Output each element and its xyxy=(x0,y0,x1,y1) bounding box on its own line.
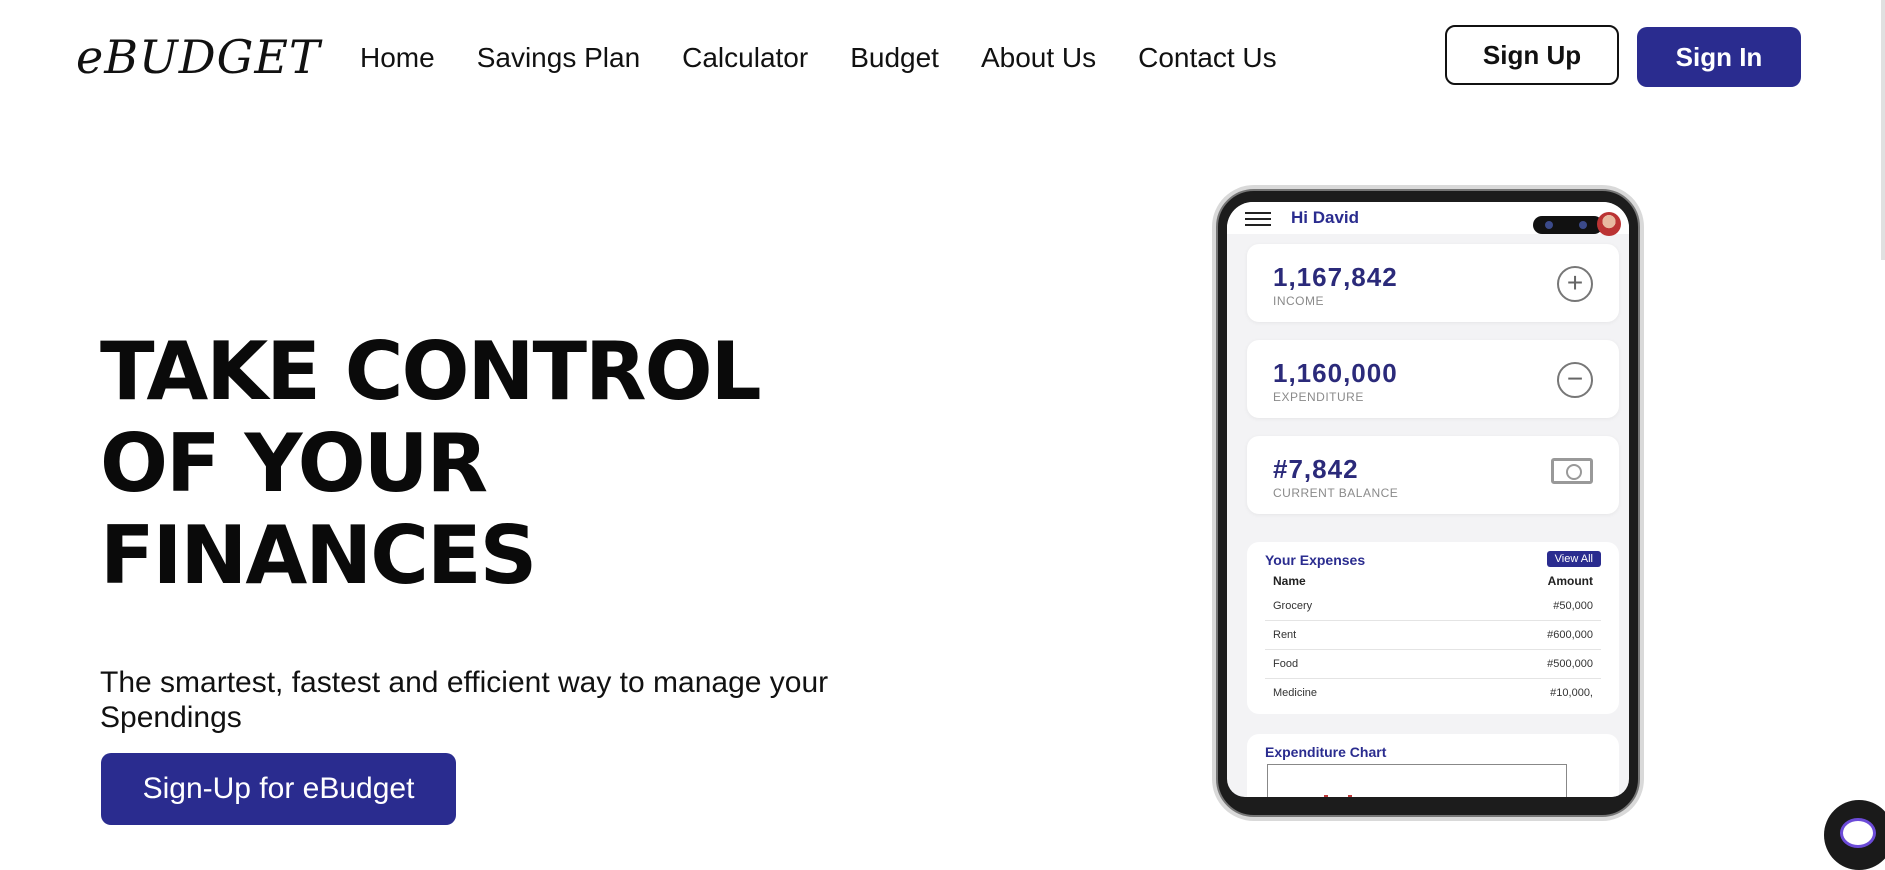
hero-subtitle: The smartest, fastest and efficient way … xyxy=(100,666,829,734)
expenses-table-header: Name Amount xyxy=(1273,574,1593,588)
table-row: Grocery #50,000 xyxy=(1265,592,1601,621)
chat-widget-button[interactable] xyxy=(1824,800,1885,870)
chat-bot-icon xyxy=(1840,818,1876,848)
expenditure-label: EXPENDITURE xyxy=(1273,390,1364,404)
balance-amount: #7,842 xyxy=(1273,454,1359,484)
avatar xyxy=(1597,212,1621,236)
income-amount: 1,167,842 xyxy=(1273,262,1398,292)
expense-amount: #600,000 xyxy=(1547,629,1593,641)
balance-label: CURRENT BALANCE xyxy=(1273,486,1399,500)
app-topbar: Hi David xyxy=(1227,202,1629,236)
camera-notch xyxy=(1533,216,1603,234)
plus-circle-icon: + xyxy=(1557,266,1593,302)
hamburger-menu-icon xyxy=(1245,212,1271,226)
phone-screen: Hi David 1,167,842 INCOME + 1,160,000 EX… xyxy=(1227,202,1629,797)
money-icon xyxy=(1551,458,1593,484)
table-row: Rent #600,000 xyxy=(1265,621,1601,650)
table-row: Food #500,000 xyxy=(1265,650,1601,679)
hero-title-line-1: TAKE CONTROL xyxy=(100,325,762,418)
expense-amount: #10,000, xyxy=(1550,687,1593,699)
hero-title: TAKE CONTROL OF YOUR FINANCES xyxy=(100,326,920,602)
income-card: 1,167,842 INCOME + xyxy=(1247,244,1619,322)
minus-circle-icon: − xyxy=(1557,362,1593,398)
expense-name: Medicine xyxy=(1273,687,1318,699)
table-row: Medicine #10,000, xyxy=(1265,679,1601,707)
nav-home[interactable]: Home xyxy=(360,42,435,74)
chart-bar xyxy=(1348,795,1352,797)
main-nav: Home Savings Plan Calculator Budget Abou… xyxy=(360,42,1277,74)
expense-amount: #500,000 xyxy=(1547,658,1593,670)
sign-up-button[interactable]: Sign Up xyxy=(1445,25,1619,85)
expenditure-chart-card: Expenditure Chart xyxy=(1247,734,1619,797)
signup-cta-button[interactable]: Sign-Up for eBudget xyxy=(101,753,456,825)
nav-contact-us[interactable]: Contact Us xyxy=(1138,42,1277,74)
expenses-panel: Your Expenses View All Name Amount Groce… xyxy=(1247,542,1619,714)
phone-mockup: Hi David 1,167,842 INCOME + 1,160,000 EX… xyxy=(1216,189,1640,817)
nav-savings-plan[interactable]: Savings Plan xyxy=(477,42,640,74)
page-scrollbar[interactable] xyxy=(1881,0,1885,260)
nav-about-us[interactable]: About Us xyxy=(981,42,1096,74)
expenses-title: Your Expenses xyxy=(1265,552,1366,568)
expenditure-card: 1,160,000 EXPENDITURE − xyxy=(1247,340,1619,418)
income-label: INCOME xyxy=(1273,294,1324,308)
nav-calculator[interactable]: Calculator xyxy=(682,42,808,74)
expense-name: Food xyxy=(1273,658,1299,670)
hero-title-line-2: OF YOUR xyxy=(100,417,488,510)
nav-budget[interactable]: Budget xyxy=(850,42,939,74)
expenditure-amount: 1,160,000 xyxy=(1273,358,1398,388)
balance-card: #7,842 CURRENT BALANCE xyxy=(1247,436,1619,514)
view-all-button[interactable]: View All xyxy=(1546,551,1601,567)
sign-in-button[interactable]: Sign In xyxy=(1637,27,1801,87)
chart-title: Expenditure Chart xyxy=(1265,744,1387,760)
expense-name: Grocery xyxy=(1273,600,1313,612)
hero-title-line-3: FINANCES xyxy=(100,509,537,602)
col-name: Name xyxy=(1273,574,1306,588)
greeting: Hi David xyxy=(1291,208,1360,227)
chart-area xyxy=(1267,764,1567,797)
logo[interactable]: eBUDGET xyxy=(76,30,321,84)
expense-amount: #50,000 xyxy=(1553,600,1593,612)
col-amount: Amount xyxy=(1547,574,1593,588)
chart-bar xyxy=(1324,795,1328,797)
expense-name: Rent xyxy=(1273,629,1297,641)
